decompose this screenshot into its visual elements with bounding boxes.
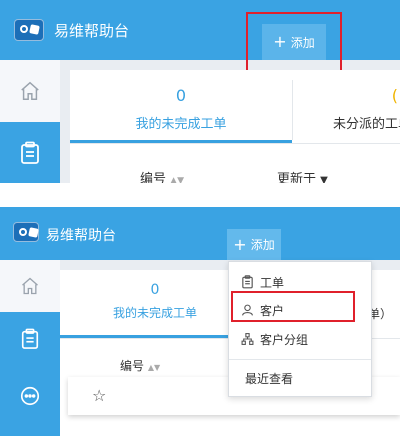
top-header: 易维帮助台 + 添加 <box>0 207 400 260</box>
tab-unassigned[interactable]: ( 未分派的工单 <box>293 86 400 132</box>
app-title: 易维帮助台 <box>46 228 116 244</box>
star-icon[interactable]: ☆ <box>92 386 106 405</box>
tab-count: 0 <box>175 86 187 105</box>
tab-count-dot: ( <box>391 86 398 105</box>
main-content: 0 我的未完成工单 ( 未分派的工单 编号 ▲▼ 更新于 ▼ <box>70 70 400 183</box>
top-header: 易维帮助台 + 添加 <box>0 0 400 76</box>
add-button[interactable]: + 添加 <box>227 229 281 260</box>
highlight-box-add <box>246 12 342 76</box>
menu-item-label: 最近查看 <box>245 371 294 386</box>
app-logo <box>14 19 44 41</box>
column-header-number[interactable]: 编号 ▲▼ <box>120 357 160 374</box>
screenshot-panel-top: 易维帮助台 + 添加 0 我的未完成工单 ( 未分派的工单 <box>0 0 400 183</box>
panel-separator <box>0 183 400 207</box>
tab-my-open-tickets[interactable]: 0 我的未完成工单 <box>60 282 250 321</box>
clipboard-icon <box>242 275 253 289</box>
sidebar <box>0 260 60 436</box>
tab-count: 0 <box>150 282 160 298</box>
screenshot-panel-bottom: 易维帮助台 + 添加 0 我的未完成工单 抢单） 编号 ▲▼ ☆ 工单 客户 客… <box>0 207 400 436</box>
column-label: 编号 <box>120 359 145 373</box>
sidebar-item-home[interactable] <box>0 260 60 312</box>
column-header-updated[interactable]: 更新于 ▼ <box>277 168 328 183</box>
chat-icon <box>20 386 40 406</box>
clipboard-icon <box>21 328 39 349</box>
sidebar <box>0 60 60 183</box>
sidebar-item-home[interactable] <box>0 60 60 122</box>
tab-my-open-tickets[interactable]: 0 我的未完成工单 <box>70 86 292 132</box>
tab-bottom-border <box>70 143 400 144</box>
home-icon <box>21 81 39 100</box>
menu-item-recent[interactable]: 最近查看 <box>229 366 371 390</box>
tab-label: 我的未完成工单 <box>112 306 197 320</box>
clipboard-icon <box>21 141 39 164</box>
add-dropdown-menu: 工单 客户 客户分组 最近查看 <box>228 261 372 397</box>
sort-icon: ▲▼ <box>170 176 184 183</box>
tab-label: 我的未完成工单 <box>135 117 227 132</box>
highlight-box-customer <box>231 291 355 322</box>
column-label: 编号 <box>140 172 167 183</box>
sort-icon: ▲▼ <box>147 363 161 372</box>
menu-divider <box>229 359 371 360</box>
caret-down-icon: ▼ <box>320 175 328 183</box>
menu-item-customer-group[interactable]: 客户分组 <box>229 326 371 352</box>
plus-icon: + <box>233 234 247 254</box>
home-icon <box>22 277 38 295</box>
sidebar-item-tickets[interactable] <box>0 312 60 436</box>
sidebar-item-tickets[interactable] <box>0 122 60 183</box>
app-logo <box>13 222 39 242</box>
tab-label: 未分派的工单 <box>333 117 400 132</box>
column-header-number[interactable]: 编号 ▲▼ <box>140 168 184 183</box>
org-tree-icon <box>241 333 254 345</box>
app-title: 易维帮助台 <box>54 22 130 40</box>
menu-item-label: 客户分组 <box>260 332 309 347</box>
menu-item-label: 工单 <box>260 275 285 290</box>
column-label: 更新于 <box>277 172 317 183</box>
add-button-label: 添加 <box>250 238 275 252</box>
